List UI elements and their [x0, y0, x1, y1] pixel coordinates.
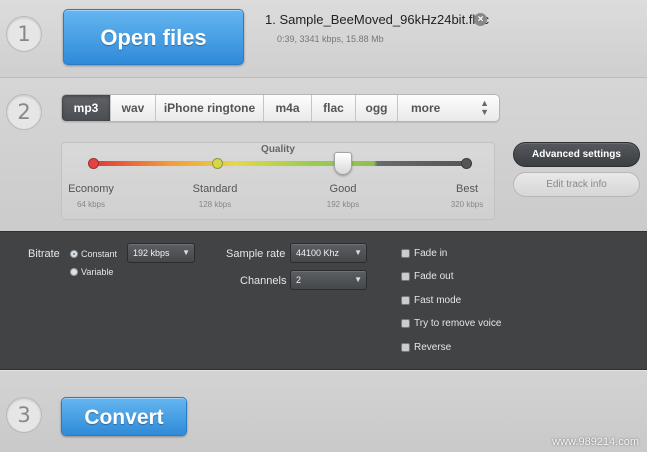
fast-mode-checkbox[interactable] [401, 296, 410, 305]
sample-rate-label: Sample rate [226, 248, 286, 260]
tab-more-label: more [411, 101, 441, 115]
convert-button[interactable]: Convert [61, 397, 187, 436]
quality-stop-standard[interactable] [212, 158, 223, 169]
quality-panel: Quality [61, 142, 495, 220]
bitrate-constant-radio[interactable] [70, 250, 78, 258]
advanced-settings-panel: Bitrate Constant Variable 192 kbps ▼ Sam… [0, 231, 647, 370]
open-files-button[interactable]: Open files [63, 9, 244, 65]
reverse-label: Reverse [414, 342, 452, 353]
watermark: www.989214.com [552, 436, 639, 448]
remove-voice-label: Try to remove voice [414, 318, 502, 329]
sample-rate-select-value: 44100 Khz [296, 248, 340, 258]
bitrate-variable-radio[interactable] [70, 268, 78, 276]
quality-title: Quality [261, 144, 295, 155]
fade-out-label: Fade out [414, 271, 454, 282]
step-2-section: 2 mp3 wav iPhone ringtone m4a flac ogg m… [0, 79, 647, 231]
quality-level-best: Best [455, 183, 478, 195]
step-3-section: 3 Convert www.989214.com [0, 370, 647, 452]
quality-stop-economy[interactable] [88, 158, 99, 169]
chevron-down-icon: ▼ [354, 248, 362, 257]
tab-iphone-ringtone[interactable]: iPhone ringtone [156, 95, 264, 121]
step-1-number: 1 [6, 16, 42, 52]
quality-kbps-best: 320 kbps [450, 200, 484, 209]
quality-level-standard: Standard [192, 183, 238, 195]
fade-in-checkbox[interactable] [401, 249, 410, 258]
reverse-checkbox[interactable] [401, 343, 410, 352]
channels-select[interactable]: 2 ▼ [290, 270, 367, 290]
tab-more-dropdown[interactable]: more ▲ ▼ [398, 95, 499, 121]
quality-slider-track[interactable] [94, 161, 467, 166]
close-circle-icon[interactable]: × [474, 13, 487, 26]
sample-rate-select[interactable]: 44100 Khz ▼ [290, 243, 367, 263]
up-down-arrows-icon: ▲ ▼ [480, 98, 489, 117]
bitrate-variable-label: Variable [81, 267, 114, 277]
chevron-down-icon: ▼ [182, 248, 190, 257]
quality-kbps-economy: 64 kbps [76, 200, 106, 209]
quality-kbps-standard: 128 kbps [198, 200, 232, 209]
quality-stop-best[interactable] [461, 158, 472, 169]
bitrate-label: Bitrate [28, 248, 60, 260]
chevron-down-icon: ▼ [354, 275, 362, 284]
file-name: 1. Sample_BeeMoved_96kHz24bit.flac [265, 12, 490, 27]
fade-in-label: Fade in [414, 248, 448, 259]
edit-track-info-button[interactable]: Edit track info [513, 172, 640, 197]
fast-mode-label: Fast mode [414, 295, 462, 306]
bitrate-select-value: 192 kbps [133, 248, 170, 258]
bitrate-select[interactable]: 192 kbps ▼ [127, 243, 195, 263]
quality-kbps-good: 192 kbps [326, 200, 360, 209]
advanced-settings-button[interactable]: Advanced settings [513, 142, 640, 167]
step-2-number: 2 [6, 94, 42, 130]
step-3-number: 3 [6, 397, 42, 433]
tab-m4a[interactable]: m4a [264, 95, 312, 121]
bitrate-constant-label: Constant [81, 249, 118, 259]
remove-voice-checkbox[interactable] [401, 319, 410, 328]
quality-level-good: Good [329, 183, 357, 195]
fade-out-checkbox[interactable] [401, 272, 410, 281]
channels-select-value: 2 [296, 275, 302, 285]
format-tabs: mp3 wav iPhone ringtone m4a flac ogg mor… [61, 94, 500, 122]
step-1-section: 1 Open files 1. Sample_BeeMoved_96kHz24b… [0, 0, 647, 78]
quality-level-economy: Economy [68, 183, 114, 195]
file-meta: 0:39, 3341 kbps, 15.88 Mb [277, 34, 384, 44]
tab-mp3[interactable]: mp3 [62, 95, 111, 121]
quality-slider-thumb[interactable] [334, 152, 352, 175]
tab-ogg[interactable]: ogg [356, 95, 398, 121]
channels-label: Channels [240, 275, 287, 287]
tab-wav[interactable]: wav [111, 95, 156, 121]
tab-flac[interactable]: flac [312, 95, 356, 121]
